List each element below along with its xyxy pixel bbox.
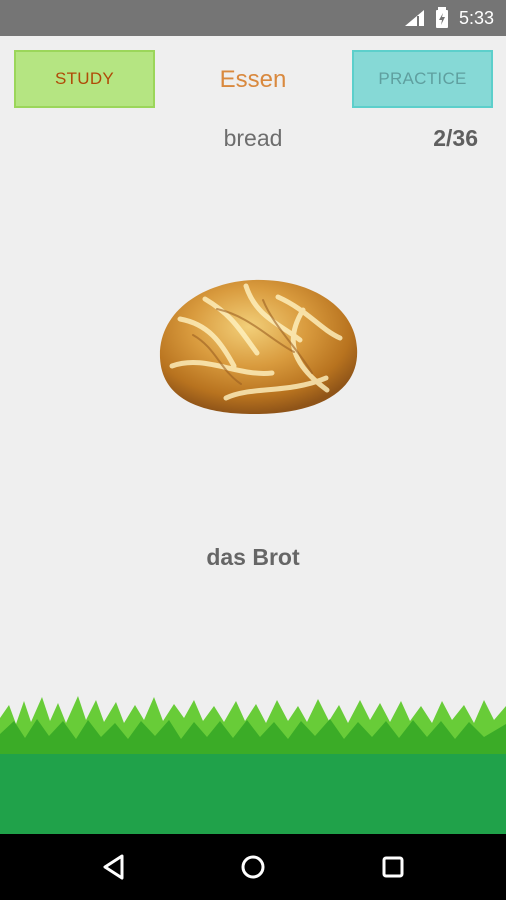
status-time: 5:33 [458,7,494,28]
german-word: das Brot [206,544,300,570]
status-icons: 5:33 [404,0,494,36]
bread-loaf-image [159,279,358,415]
flashcard-screen: STUDY Essen PRACTICE bread 2/36 das Brot [0,36,506,834]
practice-button[interactable]: PRACTICE [352,50,493,108]
card-counter: 2/36 [433,125,478,151]
back-icon [103,854,123,880]
recents-icon [382,856,404,878]
study-button[interactable]: STUDY [14,50,155,108]
footer-green-band [0,754,506,834]
grass-decoration [0,696,506,758]
battery-icon [435,7,448,28]
system-navigation-bar [0,834,506,900]
back-button[interactable] [90,846,136,888]
signal-icon [404,10,424,26]
english-word: bread [223,125,283,151]
recents-button[interactable] [370,846,416,888]
home-icon [241,855,265,879]
status-bar: 5:33 [0,0,506,36]
home-button[interactable] [230,846,276,888]
topic-title: Essen [219,66,287,93]
